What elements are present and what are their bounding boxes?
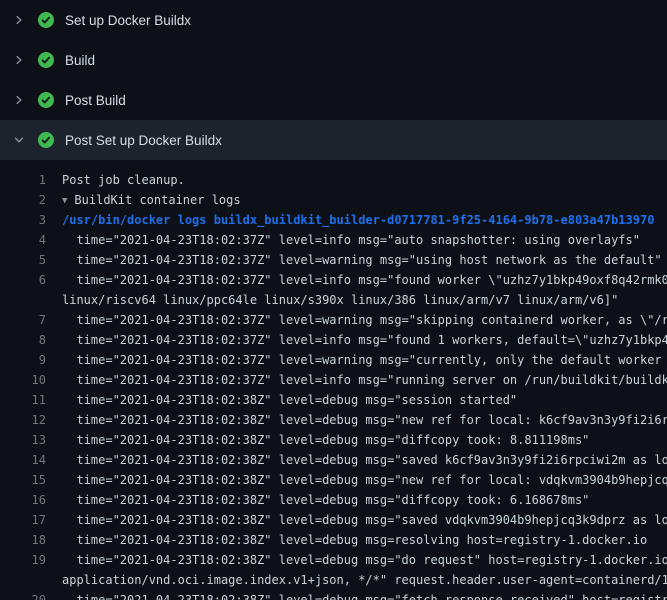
log-line-text: time="2021-04-23T18:02:37Z" level=info m… — [62, 370, 667, 390]
log-line-text: Post job cleanup. — [62, 170, 185, 190]
success-check-circle-icon — [38, 12, 54, 28]
line-number[interactable]: 2 — [0, 190, 46, 210]
line-number[interactable]: 6 — [0, 270, 46, 290]
log-line-text: ▼ BuildKit container logs — [62, 190, 241, 210]
log-row: 16 time="2021-04-23T18:02:38Z" level=deb… — [0, 490, 667, 510]
log-line-text: time="2021-04-23T18:02:38Z" level=debug … — [62, 510, 667, 530]
workflow-log-viewer: Set up Docker Buildx Build Post Build Po… — [0, 0, 667, 600]
log-line-text: time="2021-04-23T18:02:38Z" level=debug … — [62, 450, 667, 470]
line-number — [0, 570, 46, 590]
section-label: Build — [65, 53, 95, 68]
line-number[interactable]: 17 — [0, 510, 46, 530]
log-row: 8 time="2021-04-23T18:02:37Z" level=info… — [0, 330, 667, 350]
log-row: 20 time="2021-04-23T18:02:38Z" level=deb… — [0, 590, 667, 600]
section-header-build[interactable]: Build — [0, 40, 667, 80]
line-number[interactable]: 10 — [0, 370, 46, 390]
log-row: 4 time="2021-04-23T18:02:37Z" level=info… — [0, 230, 667, 250]
line-number[interactable]: 19 — [0, 550, 46, 570]
log-row: application/vnd.oci.image.index.v1+json,… — [0, 570, 667, 590]
section-header-set-up-docker-buildx[interactable]: Set up Docker Buildx — [0, 0, 667, 40]
section-label: Set up Docker Buildx — [65, 13, 191, 28]
log-line-text: application/vnd.oci.image.index.v1+json,… — [62, 570, 667, 590]
log-row: 18 time="2021-04-23T18:02:38Z" level=deb… — [0, 530, 667, 550]
success-check-circle-icon — [38, 132, 54, 148]
log-row: 12 time="2021-04-23T18:02:38Z" level=deb… — [0, 410, 667, 430]
line-number — [0, 290, 46, 310]
chevron-right-icon — [12, 12, 26, 28]
section-header-post-set-up-docker-buildx[interactable]: Post Set up Docker Buildx — [0, 120, 667, 160]
section-label: Post Set up Docker Buildx — [65, 133, 222, 148]
log-row: 3/usr/bin/docker logs buildx_buildkit_bu… — [0, 210, 667, 230]
log-rows: 1 Post job cleanup. 2 ▼ BuildKit container l… — [0, 170, 667, 600]
log-row: 10 time="2021-04-23T18:02:37Z" level=inf… — [0, 370, 667, 390]
log-row: 19 time="2021-04-23T18:02:38Z" level=deb… — [0, 550, 667, 570]
line-number[interactable]: 16 — [0, 490, 46, 510]
log-line-text: time="2021-04-23T18:02:37Z" level=info m… — [62, 230, 640, 250]
log-line-text: time="2021-04-23T18:02:37Z" level=info m… — [62, 270, 667, 290]
section-header-post-build[interactable]: Post Build — [0, 80, 667, 120]
log-row: 6 time="2021-04-23T18:02:37Z" level=info… — [0, 270, 667, 290]
log-line-text: linux/riscv64 linux/ppc64le linux/s390x … — [62, 290, 618, 310]
log-row: 1 Post job cleanup. — [0, 170, 667, 190]
line-number[interactable]: 5 — [0, 250, 46, 270]
log-line-text: time="2021-04-23T18:02:37Z" level=warnin… — [62, 250, 662, 270]
line-number[interactable]: 7 — [0, 310, 46, 330]
line-number[interactable]: 4 — [0, 230, 46, 250]
log-row: 5 time="2021-04-23T18:02:37Z" level=warn… — [0, 250, 667, 270]
line-number[interactable]: 11 — [0, 390, 46, 410]
line-number[interactable]: 3 — [0, 210, 46, 230]
line-number[interactable]: 14 — [0, 450, 46, 470]
log-line-text: time="2021-04-23T18:02:38Z" level=debug … — [62, 390, 517, 410]
section-label: Post Build — [65, 93, 126, 108]
line-number[interactable]: 13 — [0, 430, 46, 450]
group-expanded-triangle-icon[interactable]: ▼ — [62, 191, 67, 210]
success-check-circle-icon — [38, 92, 54, 108]
line-number[interactable]: 12 — [0, 410, 46, 430]
log-row: 13 time="2021-04-23T18:02:38Z" level=deb… — [0, 430, 667, 450]
log-row: 9 time="2021-04-23T18:02:37Z" level=warn… — [0, 350, 667, 370]
log-line-text: time="2021-04-23T18:02:38Z" level=debug … — [62, 470, 667, 490]
line-number[interactable]: 15 — [0, 470, 46, 490]
success-check-circle-icon — [38, 52, 54, 68]
log-row: 7 time="2021-04-23T18:02:37Z" level=warn… — [0, 310, 667, 330]
log-line-text: time="2021-04-23T18:02:38Z" level=debug … — [62, 410, 667, 430]
line-number[interactable]: 20 — [0, 590, 46, 600]
log-row: 17 time="2021-04-23T18:02:38Z" level=deb… — [0, 510, 667, 530]
log-row: linux/riscv64 linux/ppc64le linux/s390x … — [0, 290, 667, 310]
line-number[interactable]: 18 — [0, 530, 46, 550]
log-row: 11 time="2021-04-23T18:02:38Z" level=deb… — [0, 390, 667, 410]
log-command-text: /usr/bin/docker logs buildx_buildkit_bui… — [62, 210, 654, 230]
log-line-text: time="2021-04-23T18:02:38Z" level=debug … — [62, 590, 667, 600]
log-row: 15 time="2021-04-23T18:02:38Z" level=deb… — [0, 470, 667, 490]
chevron-right-icon — [12, 92, 26, 108]
log-line-text: time="2021-04-23T18:02:37Z" level=warnin… — [62, 350, 667, 370]
line-number[interactable]: 1 — [0, 170, 46, 190]
log-line-text: time="2021-04-23T18:02:38Z" level=debug … — [62, 530, 647, 550]
log-row: 14 time="2021-04-23T18:02:38Z" level=deb… — [0, 450, 667, 470]
log-line-text: time="2021-04-23T18:02:38Z" level=debug … — [62, 550, 667, 570]
line-number[interactable]: 8 — [0, 330, 46, 350]
log-row: 2 ▼ BuildKit container logs — [0, 190, 667, 210]
log-line-text: time="2021-04-23T18:02:37Z" level=info m… — [62, 330, 667, 350]
chevron-down-icon — [12, 132, 26, 148]
log-line-text: time="2021-04-23T18:02:38Z" level=debug … — [62, 430, 589, 450]
group-title: BuildKit container logs — [74, 193, 240, 207]
log-line-text: time="2021-04-23T18:02:38Z" level=debug … — [62, 490, 589, 510]
log-body: 1 Post job cleanup. 2 ▼ BuildKit container l… — [0, 160, 667, 600]
log-line-text: time="2021-04-23T18:02:37Z" level=warnin… — [62, 310, 667, 330]
line-number[interactable]: 9 — [0, 350, 46, 370]
chevron-right-icon — [12, 52, 26, 68]
